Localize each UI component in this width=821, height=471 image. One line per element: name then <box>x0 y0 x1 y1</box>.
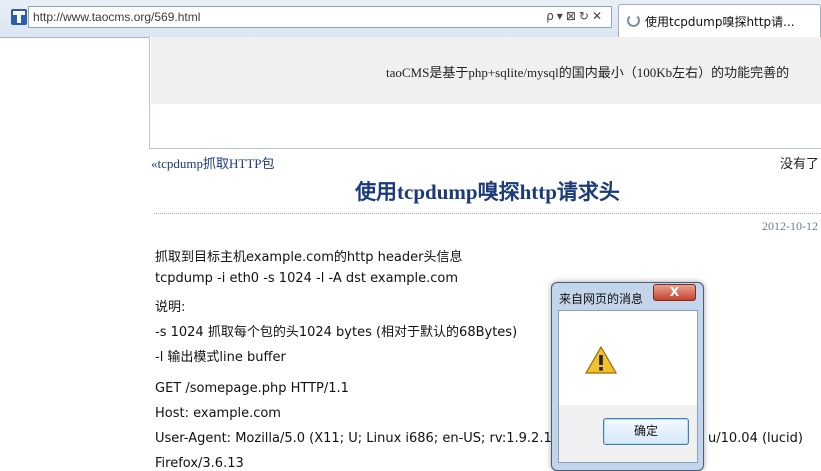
previous-post-link[interactable]: «tcpdump抓取HTTP包 <box>151 153 275 172</box>
dialog-message-area <box>559 311 697 405</box>
close-button[interactable]: X <box>653 284 696 301</box>
browser-tab[interactable]: 使用tcpdump嗅探http请... <box>618 4 821 37</box>
post-line: GET /somepage.php HTTP/1.1 <box>155 381 349 396</box>
browser-toolbar: http://www.taocms.org/569.html ρ▾⊠↻✕ 使用t… <box>0 0 821 38</box>
post-line: tcpdump -i eth0 -s 1024 -l -A dst exampl… <box>155 271 458 286</box>
banner-text: taoCMS是基于php+sqlite/mysql的国内最小（100Kb左右）的… <box>386 65 790 80</box>
post-title: 使用tcpdump嗅探http请求头 <box>355 180 620 204</box>
loading-spinner-icon <box>627 14 640 27</box>
alert-dialog: 来自网页的消息 X 确定 <box>551 282 704 471</box>
dialog-title: 来自网页的消息 <box>559 292 644 306</box>
banner-inner: taoCMS是基于php+sqlite/mysql的国内最小（100Kb左右）的… <box>151 37 821 104</box>
address-bar-icons[interactable]: ρ▾⊠↻✕ <box>546 9 605 23</box>
site-favicon-icon <box>11 9 27 25</box>
site-banner: taoCMS是基于php+sqlite/mysql的国内最小（100Kb左右）的… <box>149 37 821 149</box>
post-line: Firefox/3.6.13 <box>155 456 244 471</box>
post-line: -l 输出模式line buffer <box>155 350 286 365</box>
post-line: Host: example.com <box>155 406 281 421</box>
dialog-body: 确定 <box>558 310 698 463</box>
address-url[interactable]: http://www.taocms.org/569.html <box>33 10 200 24</box>
post-line-tail: u/10.04 (lucid) <box>708 431 803 446</box>
tab-title[interactable]: 使用tcpdump嗅探http请... <box>645 13 795 30</box>
next-post-text: 没有了 <box>780 156 820 171</box>
post-date: 2012-10-12 <box>762 219 818 233</box>
warning-icon <box>585 346 617 374</box>
post-line: 抓取到目标主机example.com的http header头信息 <box>155 250 463 265</box>
ok-button[interactable]: 确定 <box>603 418 689 445</box>
title-divider <box>154 213 821 214</box>
post-line: -s 1024 抓取每个包的头1024 bytes (相对于默认的68Bytes… <box>155 325 518 340</box>
address-bar[interactable]: http://www.taocms.org/569.html ρ▾⊠↻✕ <box>28 6 612 28</box>
post-line: 说明: <box>155 300 186 315</box>
post-line: User-Agent: Mozilla/5.0 (X11; U; Linux i… <box>155 431 566 446</box>
